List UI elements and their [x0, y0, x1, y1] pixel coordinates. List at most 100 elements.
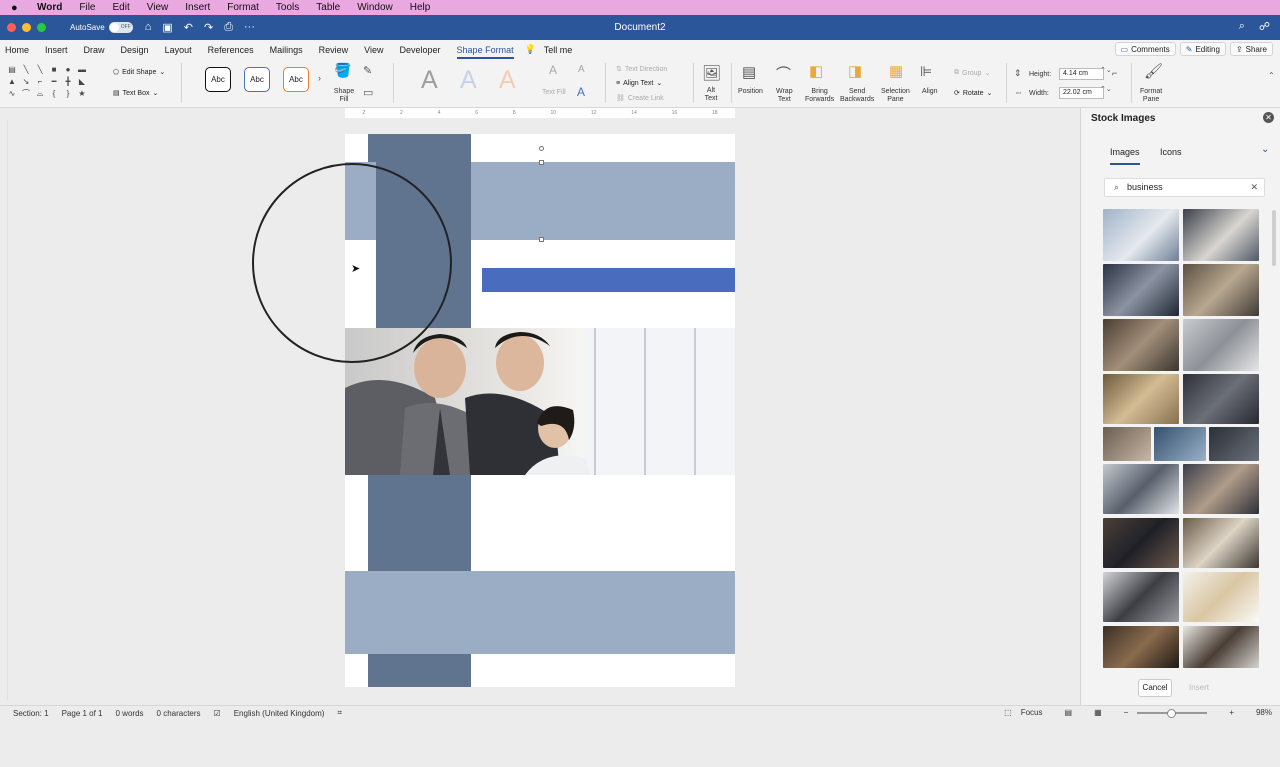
collapse-ribbon-icon[interactable]: ⌃ — [1268, 71, 1275, 80]
shape-arc-icon[interactable]: ⌒ — [20, 88, 32, 99]
menu-table[interactable]: Table — [316, 2, 340, 13]
shape-bend-icon[interactable]: ⌐ — [34, 76, 46, 87]
shape-cross-icon[interactable]: ╋ — [62, 76, 74, 87]
menu-insert[interactable]: Insert — [185, 2, 210, 13]
dark-column-bottom[interactable] — [368, 654, 471, 687]
menu-window[interactable]: Window — [357, 2, 393, 13]
align-icon[interactable]: ⊫ — [920, 63, 932, 80]
share-button[interactable]: ⇪ Share — [1229, 42, 1273, 56]
wordart-style-2[interactable]: A — [460, 66, 477, 95]
tab-view[interactable]: View — [364, 45, 383, 55]
home-icon[interactable]: ⌂ — [145, 21, 152, 34]
stock-image-thumb[interactable] — [1103, 626, 1179, 668]
shape-style-3[interactable]: Abc — [283, 67, 309, 92]
group-button[interactable]: ⧉ Group ⌄ — [954, 69, 990, 77]
align-label[interactable]: Align — [922, 88, 938, 96]
stock-image-thumb[interactable] — [1183, 319, 1259, 371]
menu-help[interactable]: Help — [410, 2, 431, 13]
dark-column-lower[interactable] — [368, 475, 471, 571]
bring-forwards-icon[interactable]: ◧ — [809, 62, 823, 80]
pane-tab-images[interactable]: Images — [1110, 147, 1140, 165]
edit-shape-button[interactable]: ⬠ Edit Shape ⌄ — [113, 68, 165, 77]
focus-label[interactable]: Focus — [1021, 708, 1043, 717]
tab-draw[interactable]: Draw — [84, 45, 105, 55]
print-layout-icon[interactable]: ▤ — [1065, 708, 1073, 717]
stock-image-thumb[interactable] — [1103, 427, 1151, 461]
stock-search-field[interactable]: ⌕ business ✕ — [1104, 178, 1265, 197]
tab-design[interactable]: Design — [121, 45, 149, 55]
stock-image-thumb[interactable] — [1103, 374, 1179, 424]
shape-textbox-icon[interactable]: ▤ — [6, 64, 18, 75]
menu-format[interactable]: Format — [227, 2, 259, 13]
text-outline-icon[interactable]: A — [578, 64, 585, 75]
send-backwards-label[interactable]: Send Backwards — [840, 88, 874, 104]
close-icon[interactable]: ✕ — [1263, 112, 1274, 123]
gallery-next-icon[interactable]: › — [318, 73, 321, 83]
stock-image-thumb[interactable] — [1103, 209, 1179, 261]
zoom-level[interactable]: 98% — [1256, 708, 1272, 717]
alt-text-icon[interactable]: 🖼 — [702, 64, 721, 82]
business-photo[interactable] — [345, 328, 735, 475]
shape-callout-icon[interactable]: ◣ — [76, 76, 88, 87]
bring-forwards-label[interactable]: Bring Forwards — [805, 88, 834, 104]
minimize-window-button[interactable] — [22, 23, 31, 32]
shapes-gallery[interactable]: ▤ ╲ ╲ ■ ● ▬ ▲ ↘ ⌐ ━ ╋ ◣ ∿ ⌒ ⌓{} ★ — [6, 64, 101, 104]
shape-brace2-icon[interactable]: } — [62, 88, 74, 99]
text-box-button[interactable]: ▤ Text Box ⌄ — [113, 89, 158, 98]
apple-icon[interactable]: ● — [11, 2, 25, 14]
shape-star-icon[interactable]: ★ — [76, 88, 88, 99]
send-backwards-icon[interactable]: ◨ — [848, 62, 862, 80]
format-pane-icon[interactable]: 🖌 — [1144, 62, 1163, 80]
lock-aspect-icon[interactable]: ⌐ — [1112, 68, 1117, 78]
create-link-button[interactable]: ⛓ Create Link — [616, 94, 664, 103]
proofing-icon[interactable]: ☑ — [214, 709, 221, 718]
width-stepper-icon[interactable]: ⌃⌄ — [1100, 85, 1112, 93]
wrap-text-icon[interactable]: ⌒ — [776, 63, 791, 84]
tab-insert[interactable]: Insert — [45, 45, 68, 55]
shape-outline-icon[interactable]: ✎ — [363, 64, 372, 77]
autosave-toggle[interactable]: OFF — [108, 22, 133, 33]
text-direction-button[interactable]: ⇅ Text Direction — [616, 65, 667, 74]
pane-scrollbar[interactable] — [1272, 210, 1276, 266]
menu-app-name[interactable]: Word — [37, 2, 62, 13]
wordart-style-1[interactable]: A — [421, 66, 438, 95]
tab-developer[interactable]: Developer — [400, 45, 441, 55]
save-icon[interactable]: ▣ — [162, 21, 172, 34]
position-icon[interactable]: ▤ — [742, 63, 756, 81]
stock-image-thumb[interactable] — [1103, 464, 1179, 514]
selection-pane-icon[interactable]: ▦ — [889, 62, 903, 80]
redo-icon[interactable]: ↷ — [204, 21, 213, 34]
stock-image-thumb[interactable] — [1183, 374, 1259, 424]
sharing-icon[interactable]: ☍ — [1259, 20, 1270, 33]
print-icon[interactable]: ⎙ — [224, 21, 233, 34]
status-words[interactable]: 0 words — [116, 709, 144, 718]
stock-image-thumb[interactable] — [1183, 209, 1259, 261]
text-fill-icon[interactable]: A — [549, 63, 557, 77]
light-band-lower[interactable] — [345, 571, 735, 654]
more-icon[interactable]: ··· — [244, 21, 255, 34]
stock-image-thumb[interactable] — [1183, 626, 1259, 668]
pane-tab-icons[interactable]: Icons — [1160, 147, 1182, 157]
tab-mailings[interactable]: Mailings — [270, 45, 303, 55]
horizontal-ruler[interactable]: 2 2 4 6 8 10 12 14 16 18 — [0, 108, 1080, 120]
stock-image-thumb[interactable] — [1103, 572, 1179, 622]
height-stepper-icon[interactable]: ⌃⌄ — [1100, 66, 1112, 74]
close-window-button[interactable] — [7, 23, 16, 32]
zoom-out-icon[interactable]: − — [1124, 708, 1129, 717]
document-page[interactable] — [345, 134, 735, 687]
zoom-slider[interactable] — [1137, 708, 1208, 718]
search-icon[interactable]: ⌕ — [1239, 20, 1245, 33]
status-page[interactable]: Page 1 of 1 — [62, 709, 103, 718]
stock-image-thumb[interactable] — [1209, 427, 1259, 461]
tab-shape-format[interactable]: Shape Format — [456, 45, 514, 59]
stock-image-thumb[interactable] — [1183, 518, 1259, 568]
shape-arrow-icon[interactable]: ↘ — [20, 76, 32, 87]
tab-home[interactable]: Home — [5, 45, 29, 55]
insert-button[interactable]: Insert — [1189, 683, 1209, 692]
tab-layout[interactable]: Layout — [165, 45, 192, 55]
shape-curve2-icon[interactable]: ⌓ — [34, 88, 46, 99]
stock-image-thumb[interactable] — [1103, 319, 1179, 371]
shape-rounded-icon[interactable]: ▬ — [76, 64, 88, 75]
align-text-button[interactable]: ≡ Align Text ⌄ — [616, 79, 662, 88]
vertical-ruler[interactable] — [0, 120, 8, 700]
